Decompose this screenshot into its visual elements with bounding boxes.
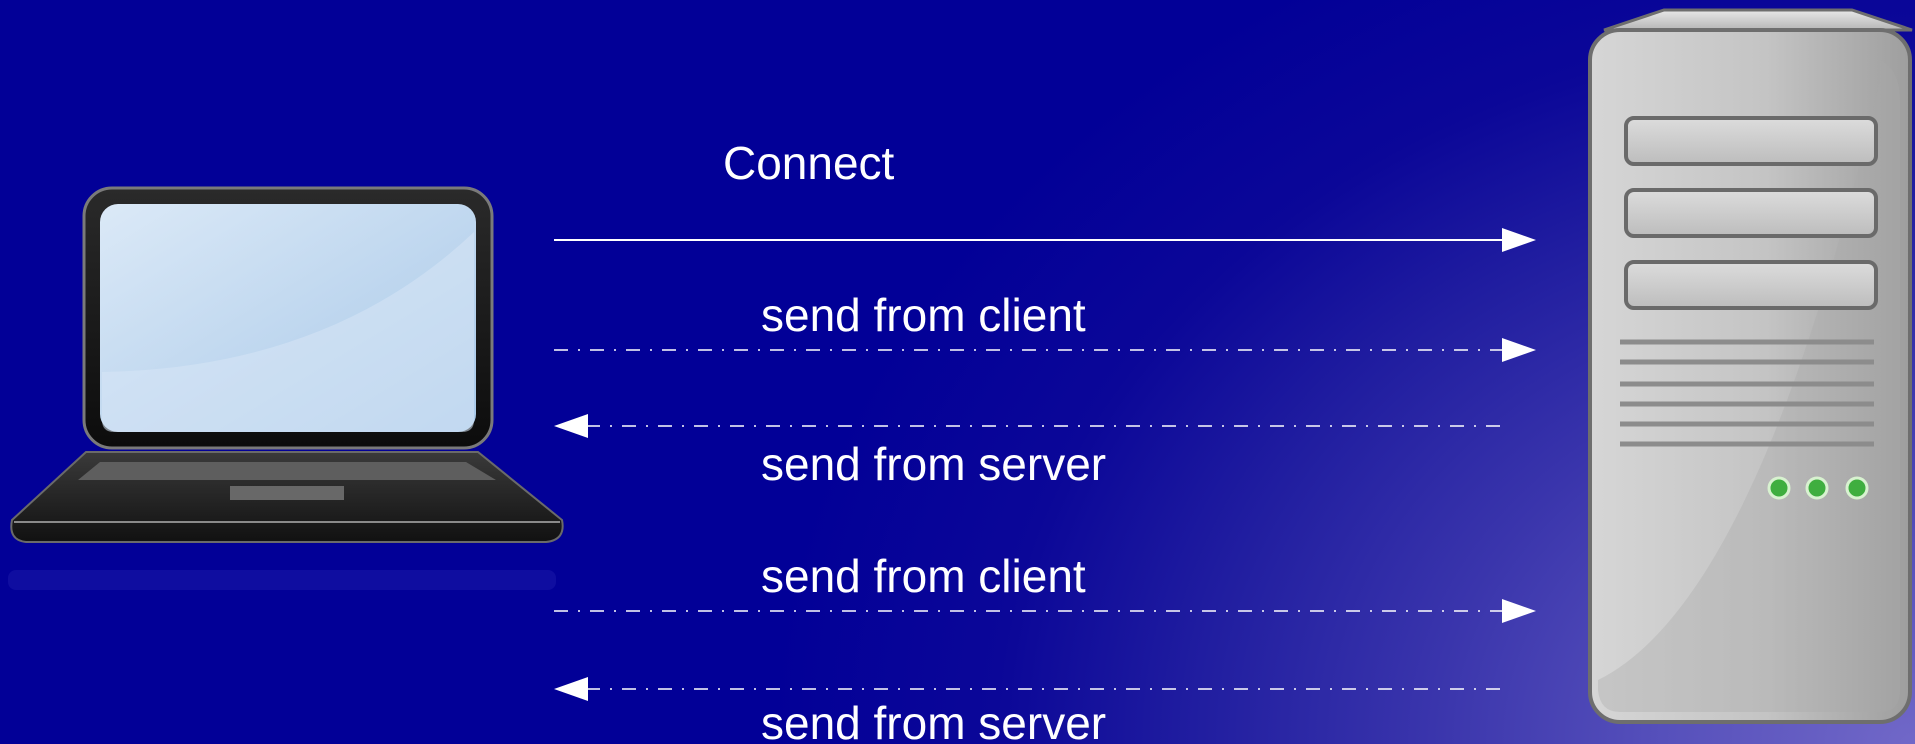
led-icon	[1805, 476, 1829, 500]
server-status-leds	[1767, 476, 1869, 500]
connect-arrow	[554, 228, 1536, 252]
drive-bay	[1624, 188, 1878, 238]
arrowhead-right-icon	[1502, 599, 1536, 623]
led-icon	[1767, 476, 1791, 500]
connect-label: Connect	[723, 137, 895, 189]
drive-bay	[1624, 116, 1878, 166]
diagram-canvas: Connect send from client send from serve…	[0, 0, 1915, 744]
server-drive-bays	[1624, 116, 1878, 310]
laptop-keyboard	[78, 462, 496, 480]
led-icon	[1845, 476, 1869, 500]
server-top	[1603, 8, 1913, 32]
message-label: send from client	[761, 550, 1086, 602]
message-label: send from server	[761, 697, 1107, 744]
arrowhead-right-icon	[1502, 338, 1536, 362]
server-tower-icon	[1588, 8, 1913, 724]
message-label: send from server	[761, 438, 1107, 490]
arrowhead-right-icon	[1502, 228, 1536, 252]
message-arrow-server-to-client	[554, 414, 1500, 438]
message-arrow-client-to-server	[554, 599, 1536, 623]
laptop-shadow	[8, 570, 556, 590]
arrowhead-left-icon	[554, 414, 588, 438]
arrowhead-left-icon	[554, 677, 588, 701]
message-label: send from client	[761, 289, 1086, 341]
diagram-svg	[8, 8, 1913, 724]
laptop-icon	[8, 186, 564, 590]
message-arrow-client-to-server	[554, 338, 1536, 362]
drive-bay	[1624, 260, 1878, 310]
laptop-trackpad	[230, 486, 344, 500]
